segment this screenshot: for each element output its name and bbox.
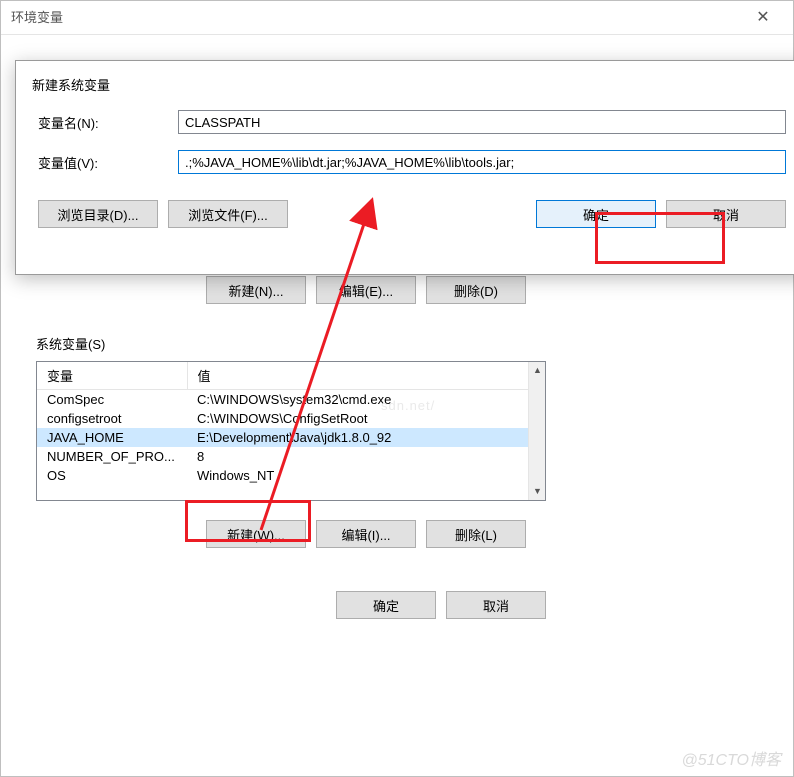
var-name-label: 变量名(N): xyxy=(38,113,178,132)
browse-dir-button[interactable]: 浏览目录(D)... xyxy=(38,200,158,228)
dialog-ok-button[interactable]: 确定 xyxy=(536,200,656,228)
cell-var: JAVA_HOME xyxy=(37,428,187,447)
outer-footer-buttons: 确定 取消 xyxy=(336,591,546,619)
watermark: @51CTO博客 xyxy=(681,746,781,770)
cell-val: C:\WINDOWS\system32\cmd.exe xyxy=(187,390,545,410)
user-vars-buttons: 新建(N)... 编辑(E)... 删除(D) xyxy=(206,276,526,304)
cell-val: 8 xyxy=(187,447,545,466)
column-header-var[interactable]: 变量 xyxy=(37,362,187,390)
browse-file-button[interactable]: 浏览文件(F)... xyxy=(168,200,288,228)
cell-val: Windows_NT xyxy=(187,466,545,485)
user-delete-button[interactable]: 删除(D) xyxy=(426,276,526,304)
cell-var: NUMBER_OF_PRO... xyxy=(37,447,187,466)
table-row[interactable]: JAVA_HOMEE:\Development\Java\jdk1.8.0_92 xyxy=(37,428,545,447)
sys-new-button[interactable]: 新建(W)... xyxy=(206,520,306,548)
user-edit-button[interactable]: 编辑(E)... xyxy=(316,276,416,304)
window-title: 环境变量 xyxy=(11,1,63,35)
user-new-button[interactable]: 新建(N)... xyxy=(206,276,306,304)
dialog-cancel-button[interactable]: 取消 xyxy=(666,200,786,228)
table-row[interactable]: configsetrootC:\WINDOWS\ConfigSetRoot xyxy=(37,409,545,428)
system-vars-buttons: 新建(W)... 编辑(I)... 删除(L) xyxy=(206,520,526,548)
cell-var: configsetroot xyxy=(37,409,187,428)
var-name-input[interactable] xyxy=(178,110,786,134)
table-row[interactable]: NUMBER_OF_PRO...8 xyxy=(37,447,545,466)
var-value-label: 变量值(V): xyxy=(38,153,178,172)
sys-edit-button[interactable]: 编辑(I)... xyxy=(316,520,416,548)
cell-val: C:\WINDOWS\ConfigSetRoot xyxy=(187,409,545,428)
cell-var: OS xyxy=(37,466,187,485)
table-row[interactable]: ComSpecC:\WINDOWS\system32\cmd.exe xyxy=(37,390,545,410)
system-vars-label: 系统变量(S) xyxy=(36,334,105,353)
scroll-up-icon[interactable]: ▲ xyxy=(529,362,546,379)
outer-cancel-button[interactable]: 取消 xyxy=(446,591,546,619)
close-icon[interactable]: ✕ xyxy=(743,1,783,35)
var-value-input[interactable] xyxy=(178,150,786,174)
sys-delete-button[interactable]: 删除(L) xyxy=(426,520,526,548)
system-vars-table: 变量 值 ComSpecC:\WINDOWS\system32\cmd.exec… xyxy=(37,362,545,485)
cell-val: E:\Development\Java\jdk1.8.0_92 xyxy=(187,428,545,447)
system-vars-list[interactable]: 变量 值 ComSpecC:\WINDOWS\system32\cmd.exec… xyxy=(36,361,546,501)
column-header-val[interactable]: 值 xyxy=(187,362,545,390)
new-system-variable-dialog: 新建系统变量 变量名(N): 变量值(V): 浏览目录(D)... 浏览文件(F… xyxy=(15,60,794,275)
outer-ok-button[interactable]: 确定 xyxy=(336,591,436,619)
dialog-title: 新建系统变量 xyxy=(16,61,794,102)
watermark-faint: sdn.net/ xyxy=(381,398,435,413)
scrollbar[interactable]: ▲ ▼ xyxy=(528,362,545,500)
cell-var: ComSpec xyxy=(37,390,187,410)
table-row[interactable]: OSWindows_NT xyxy=(37,466,545,485)
window-titlebar: 环境变量 ✕ xyxy=(1,1,793,35)
scroll-down-icon[interactable]: ▼ xyxy=(529,483,546,500)
